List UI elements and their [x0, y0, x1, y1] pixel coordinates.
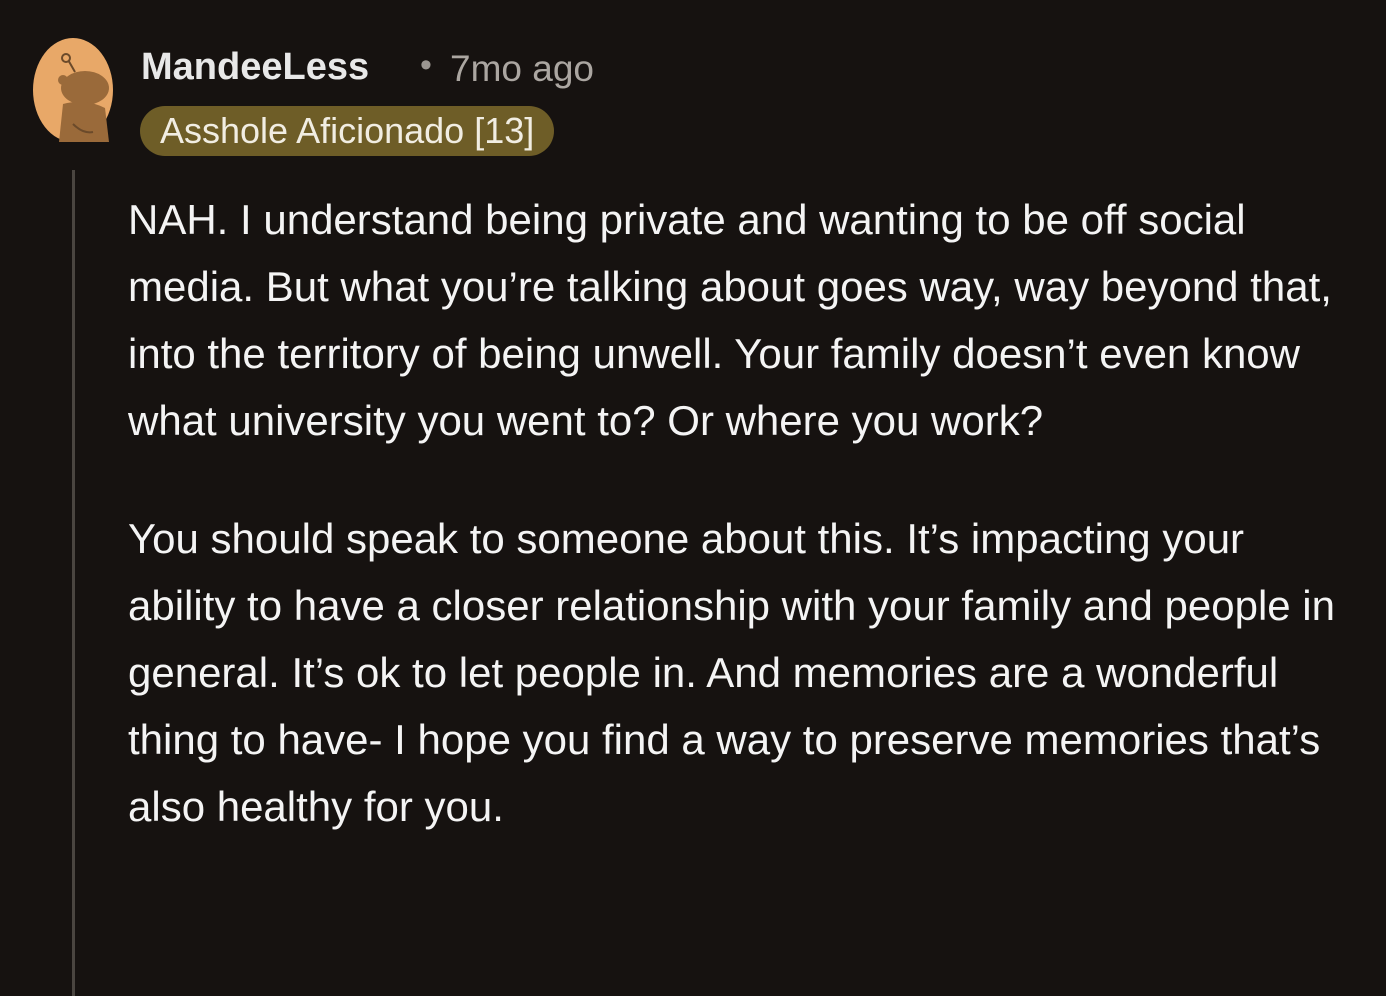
comment: MandeeLess • 7mo ago Asshole Aficionado …	[0, 0, 1386, 996]
user-flair-badge: Asshole Aficionado [13]	[140, 106, 555, 156]
separator-dot: •	[420, 46, 432, 84]
comment-body: NAH. I understand being private and want…	[128, 186, 1348, 840]
comment-paragraph: NAH. I understand being private and want…	[128, 196, 1332, 444]
username[interactable]: MandeeLess	[141, 46, 369, 89]
avatar[interactable]	[33, 38, 113, 142]
thread-line[interactable]	[72, 170, 75, 996]
snoo-avatar-icon	[33, 38, 113, 142]
comment-paragraph: You should speak to someone about this. …	[128, 515, 1335, 830]
timestamp[interactable]: 7mo ago	[450, 48, 594, 90]
